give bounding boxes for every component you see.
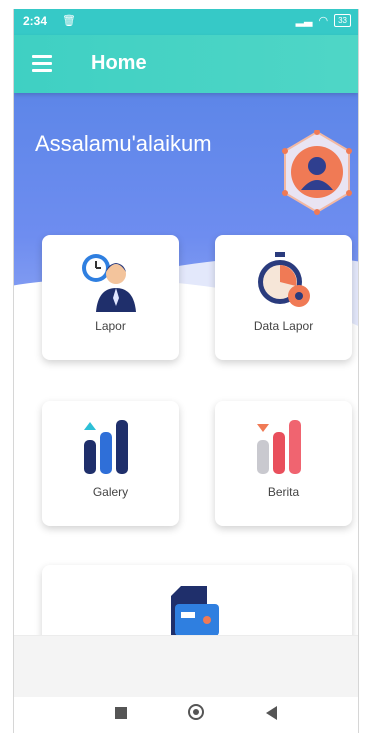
status-time: 2:34: [23, 14, 48, 28]
menu-card-label: Galery: [92, 485, 129, 499]
app-frame: 2:34 🗑 ▂▃ ◠ 33 Home Assalamu'alaikum Lap…: [13, 9, 359, 733]
app-bar-title: Home: [91, 52, 147, 74]
menu-card-galery[interactable]: Galery: [42, 401, 179, 526]
recent-apps-icon[interactable]: [115, 707, 127, 719]
status-bar: 2:34 🗑 ▂▃ ◠ 33: [14, 9, 358, 35]
menu-card-lapor[interactable]: Lapor: [42, 235, 179, 360]
bottom-panel: [14, 635, 358, 698]
greeting-text: Assalamu'alaikum: [35, 131, 212, 156]
status-icons: ▂▃ ◠ 33: [296, 14, 351, 27]
app-bar: Home: [14, 35, 358, 93]
back-icon[interactable]: [266, 706, 277, 720]
menu-card-label: Berita: [267, 485, 300, 499]
bar-growth-blue-icon: [76, 416, 144, 478]
profile-avatar-icon[interactable]: [281, 129, 353, 216]
report-person-icon: [76, 250, 144, 312]
hamburger-menu-icon[interactable]: [32, 55, 52, 72]
menu-card-label: Lapor: [95, 319, 126, 333]
trash-icon: 🗑: [62, 15, 76, 27]
home-icon[interactable]: [188, 704, 204, 720]
signal-icon: ▂▃: [295, 15, 313, 27]
bar-growth-red-icon: [249, 416, 317, 478]
menu-card-berita[interactable]: Berita: [215, 401, 352, 526]
battery-icon: 33: [334, 14, 351, 27]
wifi-icon: ◠: [318, 15, 329, 27]
system-nav-bar: [14, 697, 358, 733]
stopwatch-gear-icon: [249, 250, 317, 312]
menu-card-data-lapor[interactable]: Data Lapor: [215, 235, 352, 360]
menu-card-label: Data Lapor: [253, 319, 314, 333]
